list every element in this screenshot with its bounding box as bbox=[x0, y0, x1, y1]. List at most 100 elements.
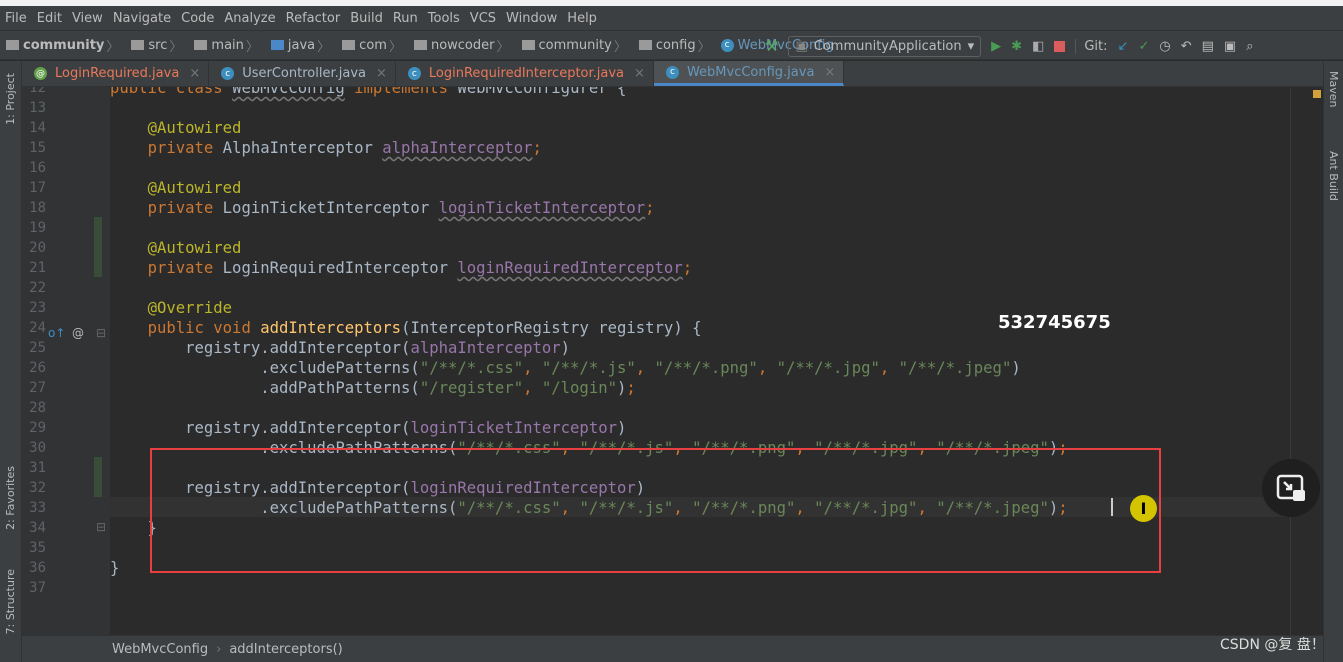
stop-icon[interactable] bbox=[1054, 40, 1066, 52]
breadcrumb-item[interactable]: nowcoder 〉 bbox=[408, 36, 512, 55]
separator-icon: 〉 bbox=[245, 39, 259, 55]
breadcrumb-item[interactable]: com 〉 bbox=[336, 36, 404, 55]
tab-webmvcconfig[interactable]: c WebMvcConfig.java × bbox=[653, 61, 845, 86]
code-token: WebMvcConfig bbox=[232, 87, 345, 97]
line-number: 36 bbox=[29, 560, 46, 576]
code-token: void bbox=[213, 319, 261, 337]
separator-icon: 〉 bbox=[613, 39, 627, 55]
code-token: registry.addInterceptor( bbox=[110, 419, 411, 437]
separator-icon: 〉 bbox=[697, 39, 711, 55]
close-icon[interactable]: × bbox=[376, 66, 387, 81]
code-token: .addPathPatterns( bbox=[110, 379, 420, 397]
menu-edit[interactable]: Edit bbox=[32, 11, 67, 26]
code-token: public bbox=[110, 87, 176, 97]
breadcrumb-class[interactable]: WebMvcConfig bbox=[112, 642, 208, 657]
breadcrumb-label: community bbox=[538, 37, 612, 53]
menu-vcs[interactable]: VCS bbox=[465, 11, 501, 26]
tool-favorites[interactable]: 2: Favorites bbox=[4, 466, 17, 530]
breadcrumb-method[interactable]: addInterceptors() bbox=[229, 642, 342, 657]
menu-build[interactable]: Build bbox=[345, 11, 388, 26]
folder-icon bbox=[413, 40, 427, 50]
code-token: ; bbox=[682, 259, 693, 277]
search-icon[interactable]: ⌕ bbox=[1246, 39, 1253, 54]
menu-window[interactable]: Window bbox=[501, 11, 562, 26]
close-icon[interactable]: × bbox=[634, 66, 645, 81]
breadcrumb-item[interactable]: main 〉 bbox=[188, 36, 261, 55]
run-configuration-select[interactable]: ▣ CommunityApplication ▾ bbox=[788, 35, 982, 57]
class-icon: c bbox=[665, 65, 679, 79]
debug-icon[interactable]: ✱ bbox=[1011, 39, 1022, 54]
override-icon[interactable]: o↑ bbox=[48, 326, 65, 340]
run-icon[interactable]: ▶ bbox=[991, 39, 1001, 54]
project-structure-icon[interactable]: ▤ bbox=[1202, 39, 1214, 54]
line-number: 34 bbox=[29, 520, 46, 536]
menu-run[interactable]: Run bbox=[388, 11, 423, 26]
code-line: private AlphaInterceptor alphaIntercepto… bbox=[110, 138, 542, 158]
menu-navigate[interactable]: Navigate bbox=[108, 11, 176, 26]
code-line: private LoginTicketInterceptor loginTick… bbox=[110, 198, 655, 218]
menu-analyze[interactable]: Analyze bbox=[219, 11, 280, 26]
menu-refactor[interactable]: Refactor bbox=[281, 11, 346, 26]
code-line: @Autowired bbox=[110, 118, 242, 138]
code-token: WebMvcConfigurer { bbox=[457, 87, 627, 97]
breadcrumb-item[interactable]: java 〉 bbox=[265, 36, 332, 55]
tool-structure[interactable]: 7: Structure bbox=[4, 569, 17, 634]
code-token: ) bbox=[1011, 359, 1021, 377]
rollback-icon[interactable]: ↶ bbox=[1181, 39, 1192, 54]
class-icon: c bbox=[407, 67, 421, 80]
tool-ant-build[interactable]: Ant Build bbox=[1327, 151, 1340, 201]
code-line: @Autowired bbox=[110, 238, 242, 258]
breadcrumb-label: java bbox=[287, 37, 316, 53]
build-hammer-icon[interactable]: ⚒ bbox=[765, 37, 778, 55]
picture-in-picture-button[interactable] bbox=[1262, 459, 1320, 517]
history-icon[interactable]: ◷ bbox=[1159, 39, 1170, 54]
breadcrumb-item[interactable]: community 〉 bbox=[0, 36, 121, 55]
fold-icon[interactable]: ⊟ bbox=[96, 520, 106, 534]
menu-help[interactable]: Help bbox=[562, 11, 602, 26]
line-number: 21 bbox=[29, 260, 46, 276]
breadcrumb-item[interactable]: community 〉 bbox=[516, 36, 629, 55]
line-number: 32 bbox=[29, 480, 46, 496]
breadcrumb-label: config bbox=[655, 37, 696, 53]
line-number: 19 bbox=[29, 220, 46, 236]
tab-label: WebMvcConfig.java bbox=[686, 64, 815, 80]
line-number: 22 bbox=[29, 280, 46, 296]
tool-maven[interactable]: Maven bbox=[1327, 71, 1340, 107]
code-token: private bbox=[147, 199, 223, 217]
fold-icon[interactable]: ⊟ bbox=[96, 326, 106, 340]
annotation-icon[interactable]: @ bbox=[72, 326, 84, 340]
line-number: 16 bbox=[29, 160, 46, 176]
class-icon: c bbox=[221, 67, 235, 80]
coverage-icon[interactable]: ◧ bbox=[1032, 39, 1044, 54]
close-icon[interactable]: × bbox=[824, 65, 835, 80]
code-token: , bbox=[523, 379, 542, 397]
git-update-icon[interactable]: ↙ bbox=[1118, 39, 1129, 54]
class-icon: c bbox=[720, 38, 734, 52]
code-token: , bbox=[635, 359, 655, 377]
tab-loginrequiredinterceptor[interactable]: c LoginRequiredInterceptor.java × bbox=[396, 61, 654, 86]
code-token: ; bbox=[645, 199, 655, 217]
folder-icon bbox=[194, 40, 208, 50]
menu-tools[interactable]: Tools bbox=[423, 11, 465, 26]
tab-loginrequired[interactable]: @ LoginRequired.java × bbox=[22, 61, 210, 86]
tool-project[interactable]: 1: Project bbox=[4, 73, 17, 125]
tab-usercontroller[interactable]: c UserController.java × bbox=[209, 61, 396, 86]
close-icon[interactable]: × bbox=[189, 66, 200, 81]
editor-scrollbar[interactable] bbox=[1290, 87, 1323, 635]
breadcrumb-label: community bbox=[23, 37, 105, 53]
line-number: 37 bbox=[29, 580, 46, 596]
terminal-icon[interactable]: ▣ bbox=[1224, 39, 1236, 54]
breadcrumb-item[interactable]: config 〉 bbox=[633, 36, 713, 55]
menu-file[interactable]: File bbox=[0, 11, 32, 26]
line-number: 13 bbox=[29, 100, 46, 116]
warning-marker bbox=[1313, 90, 1321, 98]
menu-view[interactable]: View bbox=[67, 11, 108, 26]
line-number: 12 bbox=[29, 87, 46, 96]
code-token: @Autowired bbox=[147, 179, 242, 197]
menu-code[interactable]: Code bbox=[176, 11, 219, 26]
git-commit-icon[interactable]: ✓ bbox=[1138, 39, 1149, 54]
code-line: registry.addInterceptor(alphaInterceptor… bbox=[110, 338, 570, 358]
breadcrumb-item[interactable]: src 〉 bbox=[125, 36, 184, 55]
